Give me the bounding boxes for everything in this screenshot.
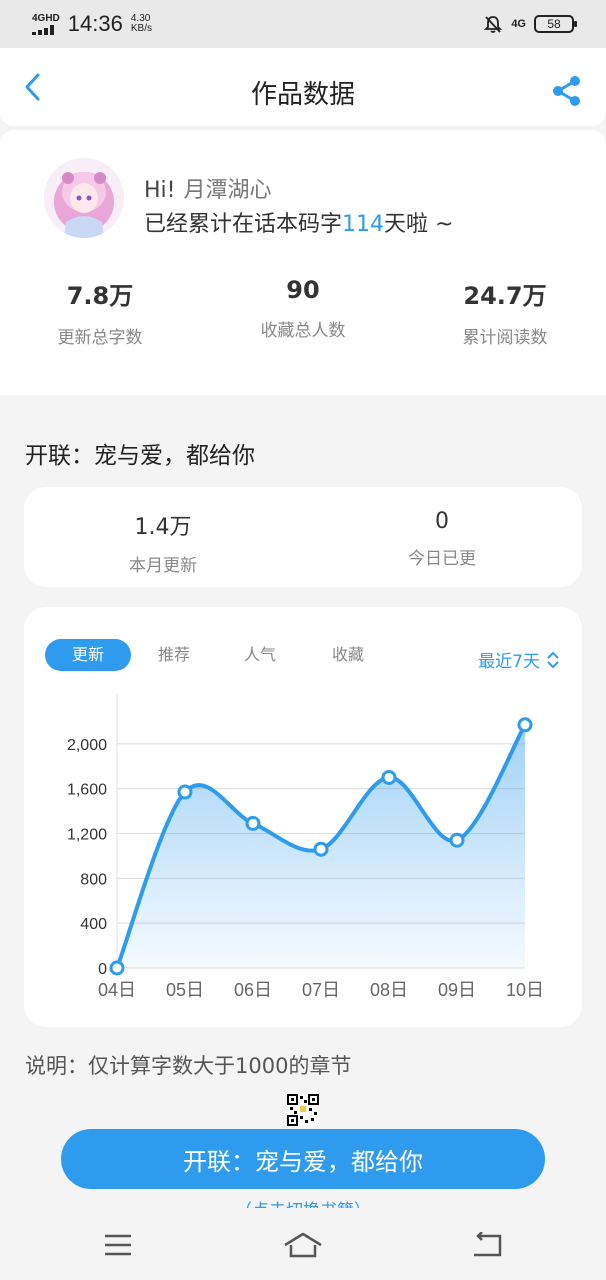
profile-card: Hi! 月潭湖心 已经累计在话本码字114天啦 ~ 7.8万 更新总字数 90 收… bbox=[0, 130, 606, 395]
stat-total-words: 7.8万 更新总字数 bbox=[0, 276, 200, 348]
stat-label: 累计阅读数 bbox=[462, 328, 548, 348]
x-tick-label: 07日 bbox=[302, 980, 340, 1000]
data-point bbox=[109, 960, 125, 976]
network-speed: 4.30 KB/s bbox=[131, 14, 152, 34]
stat-value: 7.8万 bbox=[66, 282, 134, 310]
days-suffix: 天啦 ~ bbox=[384, 212, 454, 237]
avatar[interactable] bbox=[44, 158, 124, 238]
x-tick-label: 09日 bbox=[438, 980, 476, 1000]
y-tick-label: 2,000 bbox=[67, 737, 107, 754]
stat-month-update: 1.4万 本月更新 bbox=[63, 509, 263, 576]
writing-days-line: 已经累计在话本码字114天啦 ~ bbox=[144, 206, 453, 238]
chart-card: 更新 推荐 人气 收藏 最近7天 0 400 800 1,200 1,600 2,000 0… bbox=[24, 607, 582, 1027]
data-point bbox=[245, 815, 261, 831]
back-icon bbox=[474, 1232, 502, 1257]
stat-total-favorites: 90 收藏总人数 bbox=[203, 276, 403, 341]
stat-label: 收藏总人数 bbox=[260, 321, 346, 341]
status-bar: 4GHD 14:36 4.30 KB/s 4G 58 bbox=[0, 0, 606, 48]
x-tick-label: 08日 bbox=[370, 980, 408, 1000]
network-type: 4GHD bbox=[32, 12, 60, 24]
greeting: Hi! 月潭湖心 bbox=[144, 172, 272, 204]
stat-label: 本月更新 bbox=[129, 556, 197, 576]
speed-unit: KB/s bbox=[130, 23, 152, 34]
qr-code-icon[interactable] bbox=[287, 1094, 319, 1126]
y-tick-label: 1,200 bbox=[67, 827, 107, 844]
data-point bbox=[177, 784, 193, 800]
username: 月潭湖心 bbox=[183, 178, 272, 203]
stat-total-reads: 24.7万 累计阅读数 bbox=[405, 276, 605, 348]
x-tick-label: 06日 bbox=[234, 980, 272, 1000]
month-stats-card: 1.4万 本月更新 0 今日已更 bbox=[24, 487, 582, 587]
y-tick-label: 0 bbox=[98, 961, 107, 978]
y-tick-label: 800 bbox=[80, 871, 107, 888]
nav-home-button[interactable] bbox=[283, 1228, 323, 1262]
bell-muted-icon bbox=[484, 16, 503, 33]
page-title: 作品数据 bbox=[250, 80, 355, 110]
share-button[interactable] bbox=[550, 74, 584, 108]
signal-indicator: 4GHD bbox=[32, 12, 60, 35]
stat-value: 1.4万 bbox=[134, 515, 192, 540]
stat-label: 今日已更 bbox=[408, 549, 476, 569]
stat-value: 24.7万 bbox=[463, 282, 547, 310]
data-point bbox=[449, 832, 465, 848]
data-point bbox=[381, 769, 397, 785]
days-prefix: 已经累计在话本码字 bbox=[144, 212, 343, 237]
x-tick-label: 04日 bbox=[98, 980, 136, 1000]
y-tick-label: 400 bbox=[80, 916, 107, 933]
nav-back-button[interactable] bbox=[467, 1228, 507, 1262]
battery-icon: 58 bbox=[534, 15, 577, 33]
x-tick-label: 05日 bbox=[166, 980, 204, 1000]
network-type-right: 4G bbox=[511, 18, 526, 30]
greeting-hi: Hi! bbox=[144, 178, 176, 203]
switch-hint-text[interactable]: （点击切换书籍） bbox=[0, 1196, 606, 1208]
note-text: 说明：仅计算字数大于1000的章节 bbox=[25, 1054, 352, 1078]
update-chart: 0 400 800 1,200 1,600 2,000 04日 05日 06日 07日 08日 09日… bbox=[67, 694, 544, 1000]
x-tick-label: 10日 bbox=[506, 980, 544, 1000]
data-point bbox=[313, 841, 329, 857]
work-title: 开联：宠与爱，都给你 bbox=[25, 443, 255, 469]
signal-icon bbox=[32, 24, 54, 35]
avatar-illustration bbox=[44, 158, 124, 238]
nav-menu-button[interactable] bbox=[98, 1228, 138, 1262]
book-switch-button[interactable]: 开联：宠与爱，都给你 bbox=[61, 1129, 545, 1189]
menu-icon bbox=[105, 1234, 131, 1256]
stat-label: 更新总字数 bbox=[57, 328, 143, 348]
status-time: 14:36 bbox=[67, 11, 123, 36]
battery-level: 58 bbox=[547, 17, 561, 31]
stat-value: 0 bbox=[435, 509, 449, 534]
app-header: 作品数据 bbox=[0, 48, 606, 126]
data-point bbox=[517, 717, 533, 733]
share-icon bbox=[553, 76, 580, 106]
y-tick-label: 1,600 bbox=[67, 782, 107, 799]
stat-value: 90 bbox=[286, 276, 320, 304]
days-count: 114 bbox=[342, 212, 385, 237]
system-nav-bar bbox=[0, 1210, 606, 1280]
home-icon bbox=[284, 1232, 322, 1258]
stat-today-update: 0 今日已更 bbox=[342, 509, 542, 569]
